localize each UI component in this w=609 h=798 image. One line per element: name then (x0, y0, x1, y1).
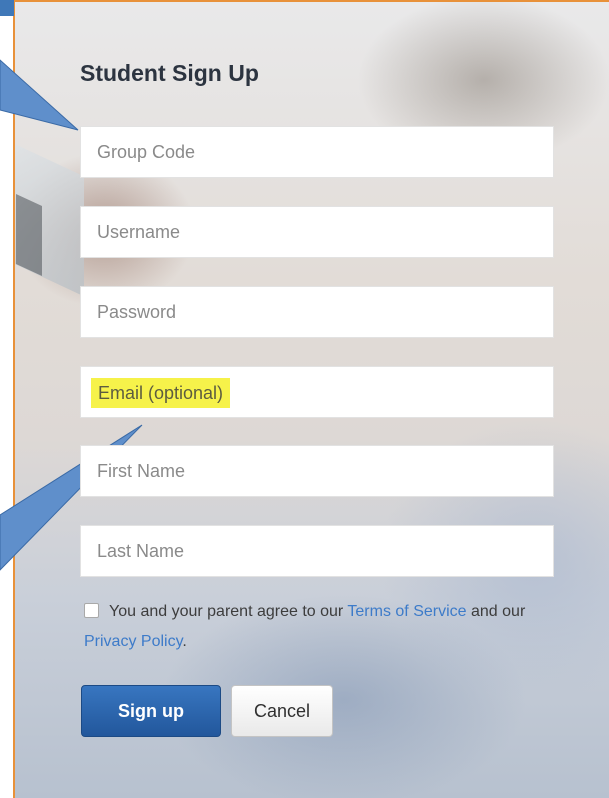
student-signup-form: Student Sign Up Email (optional) You and… (78, 0, 558, 798)
terms-middle-text: and our (471, 603, 526, 620)
password-input[interactable] (81, 287, 553, 337)
callout-arrow-top (0, 59, 79, 131)
first-name-field[interactable] (80, 445, 554, 497)
sign-up-button[interactable]: Sign up (81, 685, 221, 737)
username-field[interactable] (80, 206, 554, 258)
terms-prefix-text: You and your parent agree to our (109, 603, 344, 620)
group-code-input[interactable] (81, 127, 553, 177)
form-title: Student Sign Up (80, 60, 259, 86)
privacy-policy-link[interactable]: Privacy Policy (84, 633, 182, 650)
email-placeholder-highlight[interactable]: Email (optional) (91, 378, 231, 408)
terms-of-service-link[interactable]: Terms of Service (347, 603, 466, 620)
page: Student Sign Up Email (optional) You and… (0, 0, 609, 798)
username-input[interactable] (81, 207, 553, 257)
email-field[interactable]: Email (optional) (80, 366, 554, 418)
terms-checkbox[interactable] (84, 603, 99, 618)
terms-agreement: You and your parent agree to our Terms o… (84, 597, 544, 657)
terms-suffix-text: . (182, 633, 187, 650)
last-name-input[interactable] (81, 526, 553, 576)
cancel-button[interactable]: Cancel (231, 685, 333, 737)
password-field[interactable] (80, 286, 554, 338)
first-name-input[interactable] (81, 446, 553, 496)
group-code-field[interactable] (80, 126, 554, 178)
last-name-field[interactable] (80, 525, 554, 577)
